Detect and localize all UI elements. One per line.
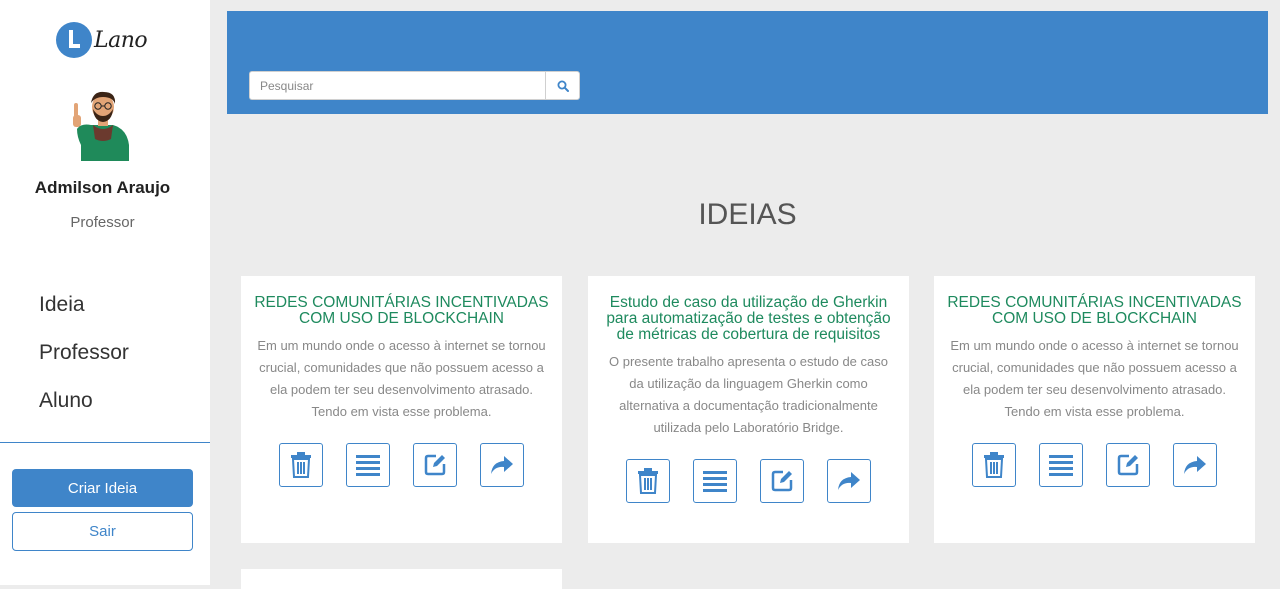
trash-icon [638,468,658,494]
search-bar [249,71,580,100]
idea-card-title[interactable]: REDES COMUNITÁRIAS INCENTIVADAS COM USO … [241,276,562,327]
logo-mark-icon [56,22,92,58]
delete-button[interactable] [972,443,1016,487]
list-icon [703,471,727,492]
idea-card: REDES COMUNITÁRIAS INCENTIVADAS COM USO … [241,276,562,543]
search-input[interactable] [249,71,545,100]
share-button[interactable] [480,443,524,487]
idea-card-title[interactable]: Estudo de caso da utilização de Gherkin … [588,276,909,343]
idea-card-title[interactable]: REDES COMUNITÁRIAS INCENTIVADAS COM USO … [934,276,1255,327]
delete-button[interactable] [279,443,323,487]
trash-icon [291,452,311,478]
create-idea-button[interactable]: Criar Ideia [12,469,193,507]
share-button[interactable] [1173,443,1217,487]
share-icon [838,472,860,490]
sidebar-nav: Ideia Professor Aluno [39,292,129,436]
sidebar-item-ideia[interactable]: Ideia [39,292,129,340]
search-icon [557,80,569,92]
share-button[interactable] [827,459,871,503]
details-button[interactable] [693,459,737,503]
delete-button[interactable] [626,459,670,503]
header-bar [227,11,1268,114]
idea-card-description: O presente trabalho apresenta o estudo d… [609,354,888,435]
details-button[interactable] [1039,443,1083,487]
trash-icon [984,452,1004,478]
sidebar: Lano Admilson Araujo Professor Ideia Pro… [0,0,210,585]
app-logo[interactable]: Lano [56,22,148,58]
logout-button[interactable]: Sair [12,512,193,551]
idea-card: REDES COMUNITÁRIAS INCENTIVADAS COM USO … [934,276,1255,543]
idea-card-description: Em um mundo onde o acesso à internet se … [950,338,1239,419]
list-icon [356,455,380,476]
user-name: Admilson Araujo [34,178,171,197]
share-icon [491,456,513,474]
edit-button[interactable] [413,443,457,487]
idea-card-actions [934,443,1255,487]
edit-icon [424,454,446,476]
edit-button[interactable] [1106,443,1150,487]
idea-card: Estudo de caso da utilização de Gherkin … [588,276,909,543]
logo-text: Lano [94,27,148,53]
sidebar-item-professor[interactable]: Professor [39,340,129,388]
avatar [73,91,129,161]
sidebar-divider [0,442,210,443]
idea-card-description: Em um mundo onde o acesso à internet se … [257,338,546,419]
sidebar-item-aluno[interactable]: Aluno [39,388,129,436]
edit-icon [771,470,793,492]
share-icon [1184,456,1206,474]
edit-icon [1117,454,1139,476]
user-role: Professor [70,214,135,231]
idea-card-partial [241,569,562,589]
details-button[interactable] [346,443,390,487]
idea-card-actions [588,459,909,503]
search-button[interactable] [545,71,580,100]
page-title: IDEIAS [698,198,797,231]
list-icon [1049,455,1073,476]
edit-button[interactable] [760,459,804,503]
idea-card-actions [241,443,562,487]
